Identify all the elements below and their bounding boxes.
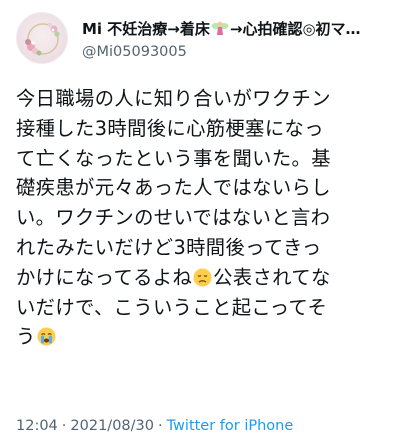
tweet-metadata: 12:04 · 2021/08/30 · Twitter for iPhone bbox=[16, 416, 293, 436]
avatar[interactable] bbox=[16, 12, 68, 64]
tweet-line-7-start: かけになってるよね bbox=[16, 265, 193, 289]
tweet-line: 今日職場の人に知り合いがワクチン bbox=[16, 87, 331, 110]
disappointed-face-icon bbox=[193, 268, 212, 287]
tweet-time[interactable]: 12:04 bbox=[16, 418, 58, 434]
tweet-line: いだけで、こういうこと起こってそ bbox=[16, 295, 328, 319]
user-handle[interactable]: @Mi05093005 bbox=[82, 42, 187, 62]
tweet-card: Mi 不妊治療→着床 →心拍確認◎初マ… @Mi05093005 今日職場の人に… bbox=[0, 0, 417, 445]
tweet-line-9: う bbox=[16, 322, 408, 352]
display-name-suffix: →心拍確認◎初マ… bbox=[229, 20, 361, 38]
crying-face-icon bbox=[37, 327, 56, 346]
display-name-text: Mi 不妊治療→着床 bbox=[82, 20, 210, 38]
tweet-line: 礎疾患が元々あった人ではないらし bbox=[16, 176, 331, 200]
tweet-text: 今日職場の人に知り合いがワクチン 接種した3時間後に心筋梗塞になっ て亡くなった… bbox=[16, 84, 408, 352]
tweet-line: 接種した3時間後に心筋梗塞になっ bbox=[16, 116, 324, 140]
separator: · bbox=[61, 418, 67, 434]
tweet-header: Mi 不妊治療→着床 →心拍確認◎初マ… @Mi05093005 bbox=[16, 12, 401, 64]
display-name[interactable]: Mi 不妊治療→着床 →心拍確認◎初マ… bbox=[82, 18, 401, 40]
tweet-date[interactable]: 2021/08/30 bbox=[70, 418, 154, 434]
tweet-line-7: かけになってるよね 公表されてな bbox=[16, 263, 408, 293]
tweet-line: て亡くなったという事を聞いた。基 bbox=[16, 146, 331, 170]
fairy-emoji-icon bbox=[210, 18, 230, 40]
tweet-source-link[interactable]: Twitter for iPhone bbox=[167, 418, 294, 434]
separator: · bbox=[157, 418, 163, 434]
tweet-line-7-end: 公表されてな bbox=[213, 265, 331, 289]
tweet-line: い。ワクチンのせいではないと言わ bbox=[16, 206, 331, 230]
tweet-line-9-text: う bbox=[16, 325, 36, 349]
tweet-line: れたみたいだけど3時間後ってきっ bbox=[16, 235, 322, 259]
